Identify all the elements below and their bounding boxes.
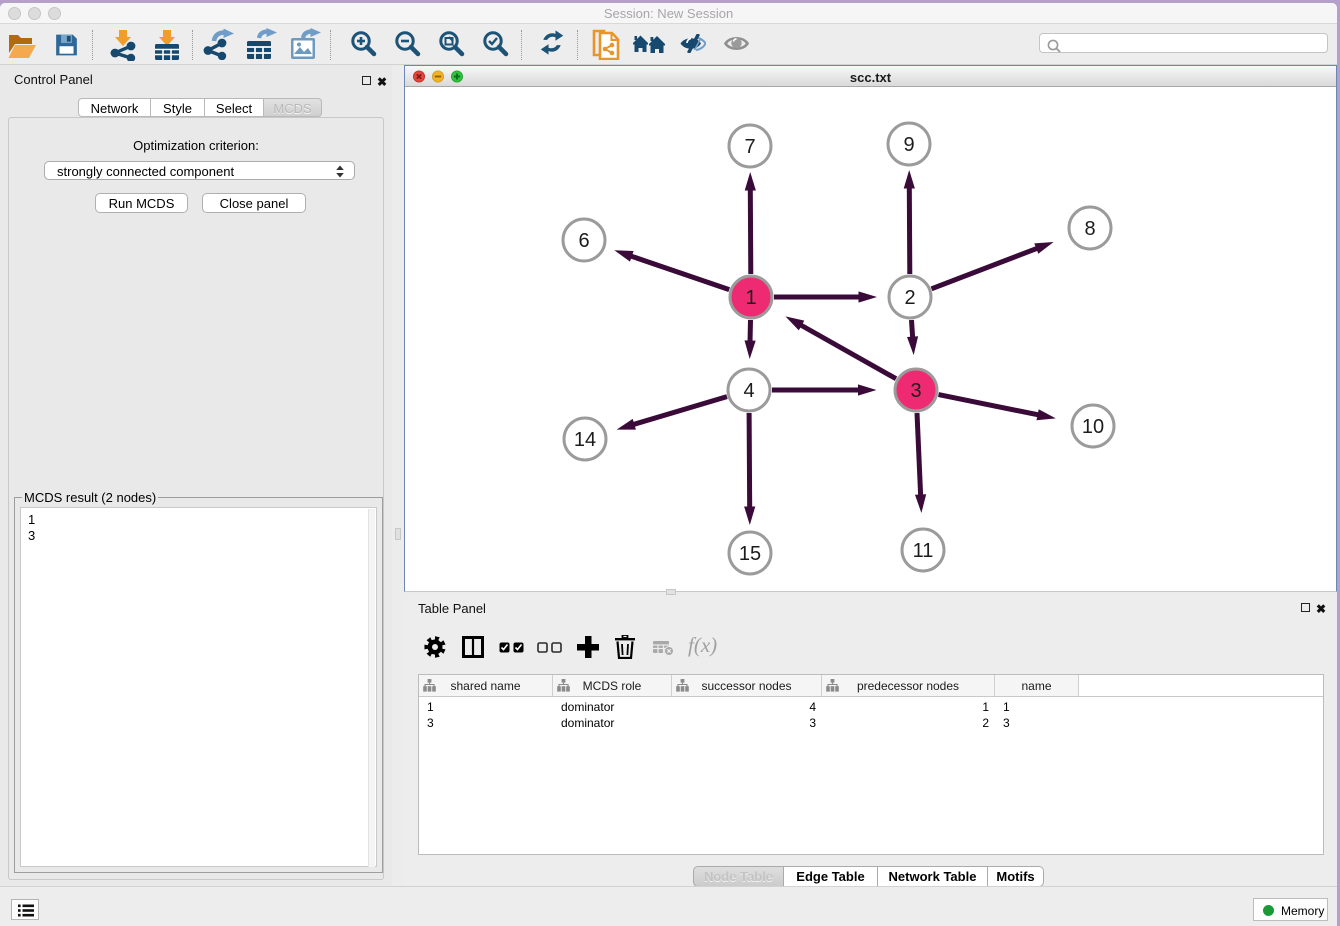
svg-text:3: 3 bbox=[910, 380, 921, 402]
svg-text:8: 8 bbox=[1084, 218, 1095, 240]
svg-text:15: 15 bbox=[739, 543, 761, 565]
svg-text:10: 10 bbox=[1082, 416, 1104, 438]
svg-text:7: 7 bbox=[744, 136, 755, 158]
svg-text:14: 14 bbox=[574, 429, 596, 451]
svg-text:9: 9 bbox=[903, 134, 914, 156]
svg-text:6: 6 bbox=[578, 230, 589, 252]
svg-text:2: 2 bbox=[904, 287, 915, 309]
svg-text:1: 1 bbox=[745, 287, 756, 309]
svg-text:4: 4 bbox=[743, 380, 754, 402]
svg-text:11: 11 bbox=[913, 540, 934, 562]
